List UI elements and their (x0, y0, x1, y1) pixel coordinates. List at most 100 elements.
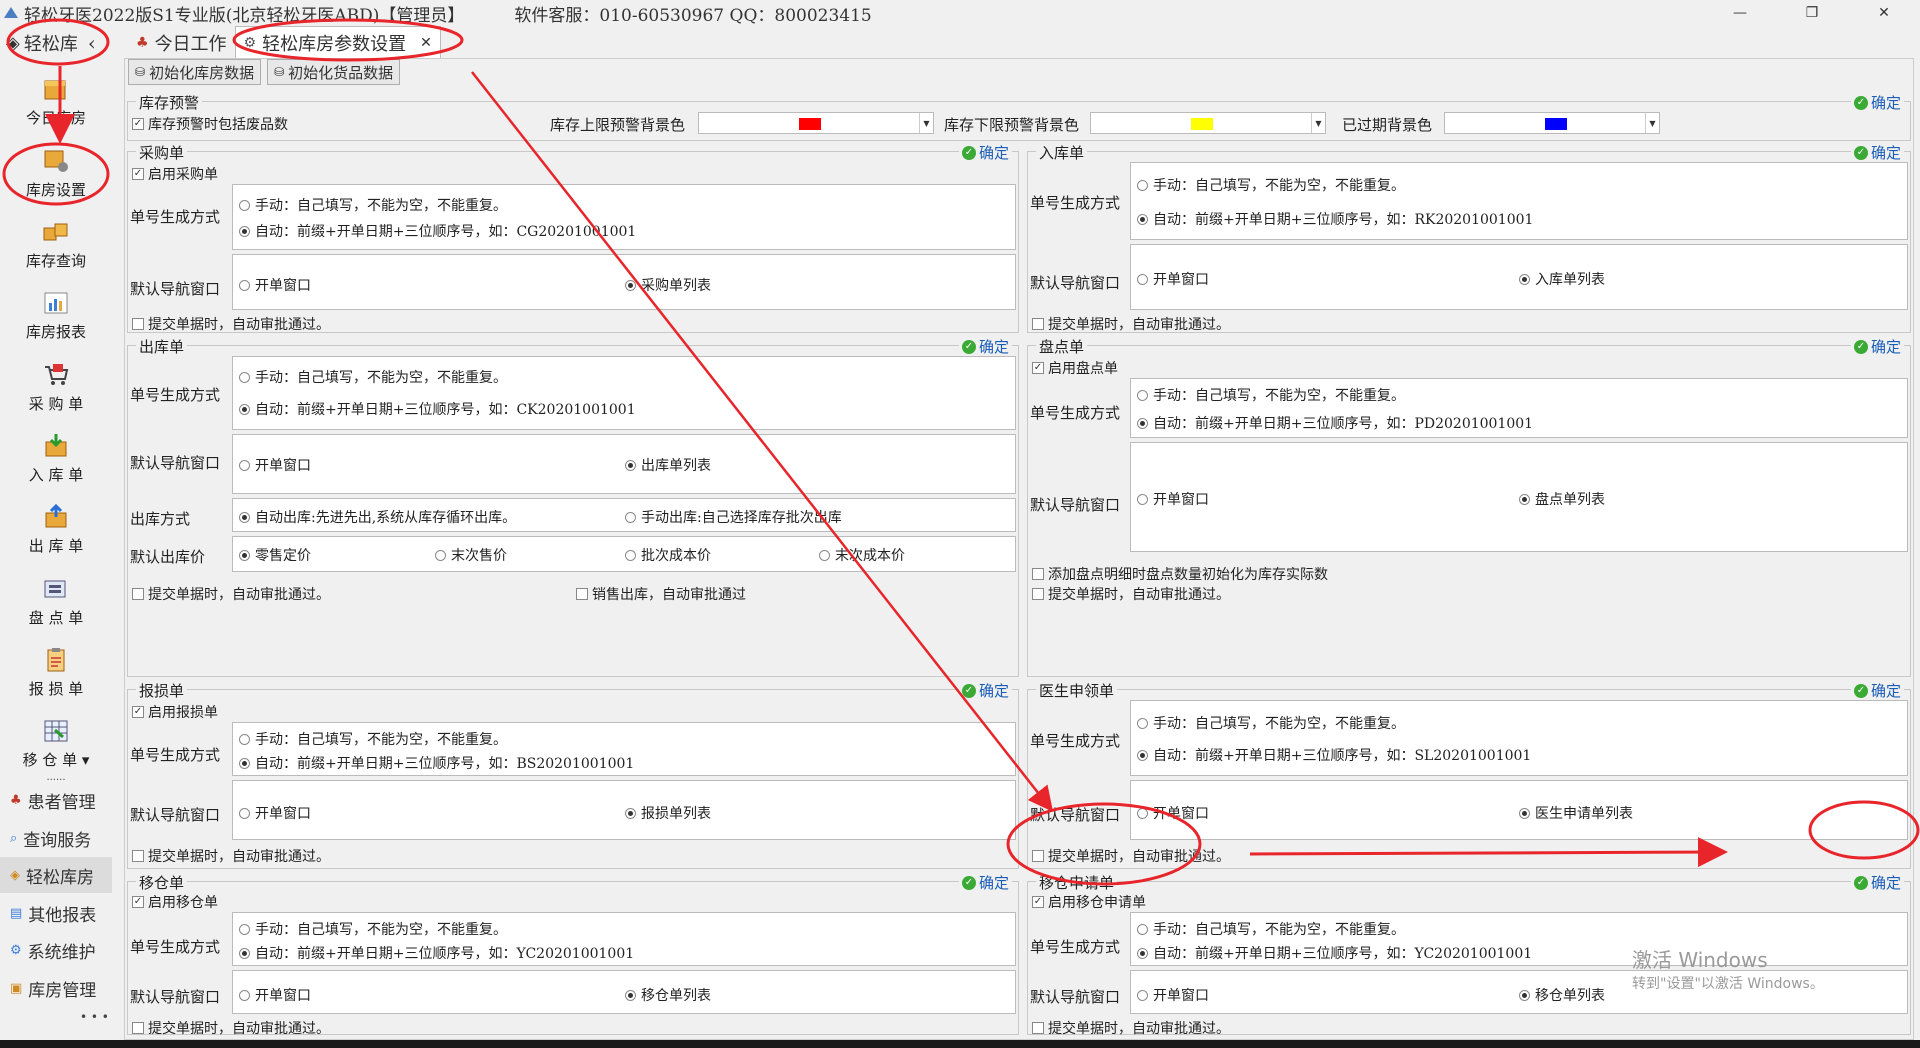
sidebar-list-system[interactable]: ⚙ 系统维护 (0, 932, 112, 968)
price-batch-cost-radio[interactable]: 批次成本价 (625, 545, 711, 565)
manual-radio[interactable]: 手动：自己填写，不能为空，不能重复。 (1137, 919, 1405, 939)
auto-radio[interactable]: 自动：前缀+开单日期+三位顺序号，如：BS20201001001 (239, 753, 634, 773)
auto-approve-checkbox[interactable]: 提交单据时，自动审批通过。 (1032, 314, 1230, 334)
list-radio[interactable]: 采购单列表 (625, 275, 711, 295)
sidebar-item-purchase[interactable]: 采 购 单 (0, 346, 112, 414)
list-radio[interactable]: 移仓单列表 (1519, 985, 1605, 1005)
price-last-sale-radio[interactable]: 末次售价 (435, 545, 507, 565)
open-window-radio[interactable]: 开单窗口 (1137, 489, 1209, 509)
confirm-transfer[interactable]: ✓ 确定 (958, 872, 1012, 893)
sidebar-item-warehouse-report[interactable]: 库房报表 (0, 274, 112, 342)
sidebar-list-reports[interactable]: ▤ 其他报表 (0, 895, 112, 931)
sidebar-item-inbound[interactable]: 入 库 单 (0, 417, 112, 485)
method-auto-radio[interactable]: 自动出库:先进先出,系统从库存循环出库。 (239, 507, 516, 527)
manual-radio[interactable]: 手动：自己填写，不能为空，不能重复。 (1137, 385, 1405, 405)
auto-radio[interactable]: 自动：前缀+开单日期+三位顺序号，如：SL20201001001 (1137, 745, 1531, 765)
tab-today-work[interactable]: ♣ 今日工作 (128, 28, 235, 58)
open-window-radio[interactable]: 开单窗口 (239, 985, 311, 1005)
auto-approve-checkbox[interactable]: 提交单据时，自动审批通过。 (1032, 584, 1230, 604)
minimize-button[interactable]: — (1704, 0, 1776, 26)
open-window-radio[interactable]: 开单窗口 (239, 455, 311, 475)
auto-radio[interactable]: 自动：前缀+开单日期+三位顺序号，如：YC20201001001 (239, 943, 634, 963)
confirm-outbound[interactable]: ✓ 确定 (958, 336, 1012, 357)
init-warehouse-button[interactable]: ⛁ 初始化库房数据 (128, 59, 262, 85)
radio-icon (239, 989, 250, 1001)
sidebar-list-manage[interactable]: ▣ 库房管理 (0, 970, 112, 1006)
confirm-inbound[interactable]: ✓ 确定 (1850, 142, 1904, 163)
nav-header[interactable]: ◈ 轻松库 ‹ (0, 26, 112, 60)
list-radio[interactable]: 盘点单列表 (1519, 489, 1605, 509)
price-retail-radio[interactable]: 零售定价 (239, 545, 311, 565)
nav-window-label: 默认导航窗口 (1030, 988, 1121, 1006)
enable-damage-checkbox[interactable]: ✓ 启用报损单 (132, 702, 218, 722)
auto-approve-checkbox[interactable]: 提交单据时，自动审批通过。 (132, 314, 330, 334)
enable-transfer-checkbox[interactable]: ✓ 启用移仓单 (132, 892, 218, 912)
sidebar-item-inventory[interactable]: 盘 点 单 (0, 560, 112, 628)
sidebar-item-damage[interactable]: 报 损 单 (0, 631, 112, 699)
confirm-damage[interactable]: ✓ 确定 (958, 680, 1012, 701)
sidebar-item-transfer[interactable]: 移 仓 单 ▾ (0, 702, 112, 770)
list-radio[interactable]: 医生申请单列表 (1519, 803, 1633, 823)
list-radio[interactable]: 报损单列表 (625, 803, 711, 823)
auto-approve-checkbox[interactable]: 提交单据时，自动审批通过。 (132, 846, 330, 866)
method-manual-radio[interactable]: 手动出库:自己选择库存批次出库 (625, 507, 842, 527)
open-window-radio[interactable]: 开单窗口 (239, 275, 311, 295)
sidebar-item-warehouse-settings[interactable]: 库房设置 (0, 132, 112, 200)
auto-approve-checkbox[interactable]: 提交单据时，自动审批通过。 (1032, 846, 1230, 866)
sidebar-item-outbound[interactable]: 出 库 单 (0, 488, 112, 556)
collapse-icon[interactable]: ‹ (88, 31, 96, 55)
expired-color-select[interactable]: ▼ (1444, 112, 1660, 134)
manual-radio[interactable]: 手动：自己填写，不能为空，不能重复。 (239, 367, 507, 387)
price-last-cost-radio[interactable]: 末次成本价 (819, 545, 905, 565)
auto-radio[interactable]: 自动：前缀+开单日期+三位顺序号，如：CK20201001001 (239, 399, 636, 419)
sidebar-item-today-warehouse[interactable]: 今日库房 (0, 60, 112, 128)
radio-label: 手动：自己填写，不能为空，不能重复。 (1153, 922, 1405, 938)
auto-radio[interactable]: 自动：前缀+开单日期+三位顺序号，如：CG20201001001 (239, 221, 636, 241)
list-radio[interactable]: 移仓单列表 (625, 985, 711, 1005)
sidebar-list-warehouse[interactable]: ◈ 轻松库房 (0, 857, 112, 893)
lower-color-select[interactable]: ▼ (1090, 112, 1326, 134)
list-radio[interactable]: 出库单列表 (625, 455, 711, 475)
manual-radio[interactable]: 手动：自己填写，不能为空，不能重复。 (239, 195, 507, 215)
enable-purchase-checkbox[interactable]: ✓ 启用采购单 (132, 164, 218, 184)
enable-inventory-checkbox[interactable]: ✓ 启用盘点单 (1032, 358, 1118, 378)
confirm-inventory[interactable]: ✓ 确定 (1850, 336, 1904, 357)
auto-approve-checkbox[interactable]: 提交单据时，自动审批通过。 (1032, 1018, 1230, 1038)
list-radio[interactable]: 入库单列表 (1519, 269, 1605, 289)
manual-radio[interactable]: 手动：自己填写，不能为空，不能重复。 (239, 919, 507, 939)
auto-radio[interactable]: 自动：前缀+开单日期+三位顺序号，如：PD20201001001 (1137, 413, 1533, 433)
upper-color-select[interactable]: ▼ (698, 112, 934, 134)
tab-warehouse-settings[interactable]: ⚙ 轻松库房参数设置 ✕ (234, 26, 441, 58)
sidebar-list-query[interactable]: ⌕ 查询服务 (0, 820, 112, 856)
auto-approve-checkbox[interactable]: 提交单据时，自动审批通过。 (132, 1018, 330, 1038)
sale-auto-checkbox[interactable]: 销售出库，自动审批通过 (576, 584, 746, 604)
open-window-radio[interactable]: 开单窗口 (1137, 803, 1209, 823)
auto-radio[interactable]: 自动：前缀+开单日期+三位顺序号，如：YC20201001001 (1137, 943, 1532, 963)
auto-approve-checkbox[interactable]: 提交单据时，自动审批通过。 (132, 584, 330, 604)
checkbox-empty (1032, 1022, 1044, 1034)
close-tab-icon[interactable]: ✕ (420, 35, 432, 51)
include-waste-checkbox[interactable]: ✓ 库存预警时包括废品数 (132, 114, 288, 134)
db-icon: ⛁ (135, 65, 146, 79)
manual-radio[interactable]: 手动：自己填写，不能为空，不能重复。 (1137, 713, 1405, 733)
sidebar-list-patient[interactable]: ♣ 患者管理 (0, 782, 112, 818)
open-window-radio[interactable]: 开单窗口 (239, 803, 311, 823)
auto-radio[interactable]: 自动：前缀+开单日期+三位顺序号，如：RK20201001001 (1137, 209, 1533, 229)
group-outbound: 出库单 ✓ 确定 单号生成方式 手动：自己填写，不能为空，不能重复。 自动：前缀+… (127, 336, 1019, 677)
confirm-purchase[interactable]: ✓ 确定 (958, 142, 1012, 163)
manual-radio[interactable]: 手动：自己填写，不能为空，不能重复。 (239, 729, 507, 749)
close-window-button[interactable]: ✕ (1848, 0, 1920, 26)
confirm-doctor[interactable]: ✓ 确定 (1850, 680, 1904, 701)
open-window-radio[interactable]: 开单窗口 (1137, 269, 1209, 289)
init-qty-checkbox[interactable]: 添加盘点明细时盘点数量初始化为库存实际数 (1032, 564, 1328, 584)
enable-transfer-request-checkbox[interactable]: ✓ 启用移仓申请单 (1032, 892, 1146, 912)
confirm-stock-warning[interactable]: ✓ 确定 (1850, 92, 1904, 113)
manual-radio[interactable]: 手动：自己填写，不能为空，不能重复。 (1137, 175, 1405, 195)
system-gear-icon: ⚙ (10, 942, 22, 958)
init-goods-button[interactable]: ⛁ 初始化货品数据 (267, 59, 401, 85)
open-window-radio[interactable]: 开单窗口 (1137, 985, 1209, 1005)
maximize-button[interactable]: ❐ (1776, 0, 1848, 26)
more-icon[interactable]: • • • (80, 1010, 109, 1024)
confirm-transfer-request[interactable]: ✓ 确定 (1850, 872, 1904, 893)
sidebar-item-stock-query[interactable]: 库存查询 (0, 203, 112, 271)
